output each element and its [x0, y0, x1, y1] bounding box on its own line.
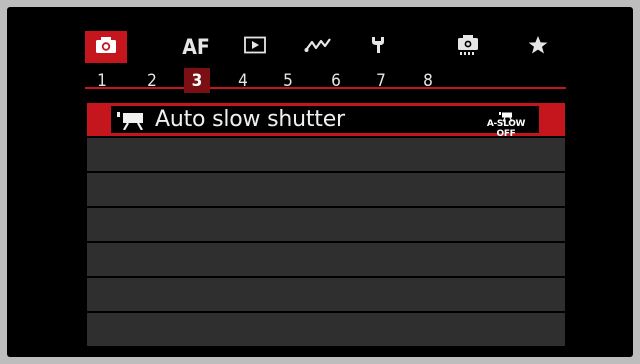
page-4[interactable]: 4: [230, 68, 256, 93]
page-3[interactable]: 3: [184, 68, 210, 93]
menu-item-empty: [87, 208, 565, 241]
play-icon: [244, 36, 266, 58]
menu-item-empty: [87, 173, 565, 206]
custom-functions-camera-icon: [456, 34, 480, 60]
menu-item-empty: [87, 278, 565, 311]
page-5[interactable]: 5: [275, 68, 301, 93]
menu-category-tabs: AF: [7, 31, 633, 89]
tab-wireless[interactable]: [297, 31, 339, 63]
tab-autofocus[interactable]: AF: [175, 31, 217, 63]
camera-icon: [95, 36, 117, 58]
wrench-icon: [369, 35, 387, 59]
menu-item-empty: [87, 313, 565, 346]
menu-item-label: Auto slow shutter: [155, 107, 345, 132]
menu-list: Auto slow shutter A-SLOW OFF: [87, 103, 565, 348]
wireless-icon: [304, 36, 332, 58]
page-2[interactable]: 2: [139, 68, 165, 93]
page-selector: 1 2 3 4 5 6 7 8: [7, 67, 633, 95]
tab-playback[interactable]: [234, 31, 276, 63]
tab-my-menu[interactable]: [517, 31, 559, 63]
page-1[interactable]: 1: [89, 68, 115, 93]
page-8[interactable]: 8: [415, 68, 441, 93]
tab-setup[interactable]: [357, 31, 399, 63]
tab-shooting[interactable]: [85, 31, 127, 63]
tab-custom[interactable]: [447, 31, 489, 63]
camera-menu-screen: AF 1 2 3 4 5 6 7 8 Auto slow shutter A-S…: [7, 7, 633, 357]
setting-value-text: A-SLOW OFF: [486, 119, 526, 139]
menu-item-empty: [87, 243, 565, 276]
page-6[interactable]: 6: [323, 68, 349, 93]
menu-item-empty: [87, 138, 565, 171]
menu-item-auto-slow-shutter[interactable]: Auto slow shutter A-SLOW OFF: [87, 103, 565, 139]
star-icon: [528, 35, 548, 59]
page-7[interactable]: 7: [368, 68, 394, 93]
setting-value: A-SLOW OFF: [477, 107, 535, 139]
tab-label-af: AF: [182, 35, 210, 59]
movie-camera-icon: [117, 110, 145, 134]
